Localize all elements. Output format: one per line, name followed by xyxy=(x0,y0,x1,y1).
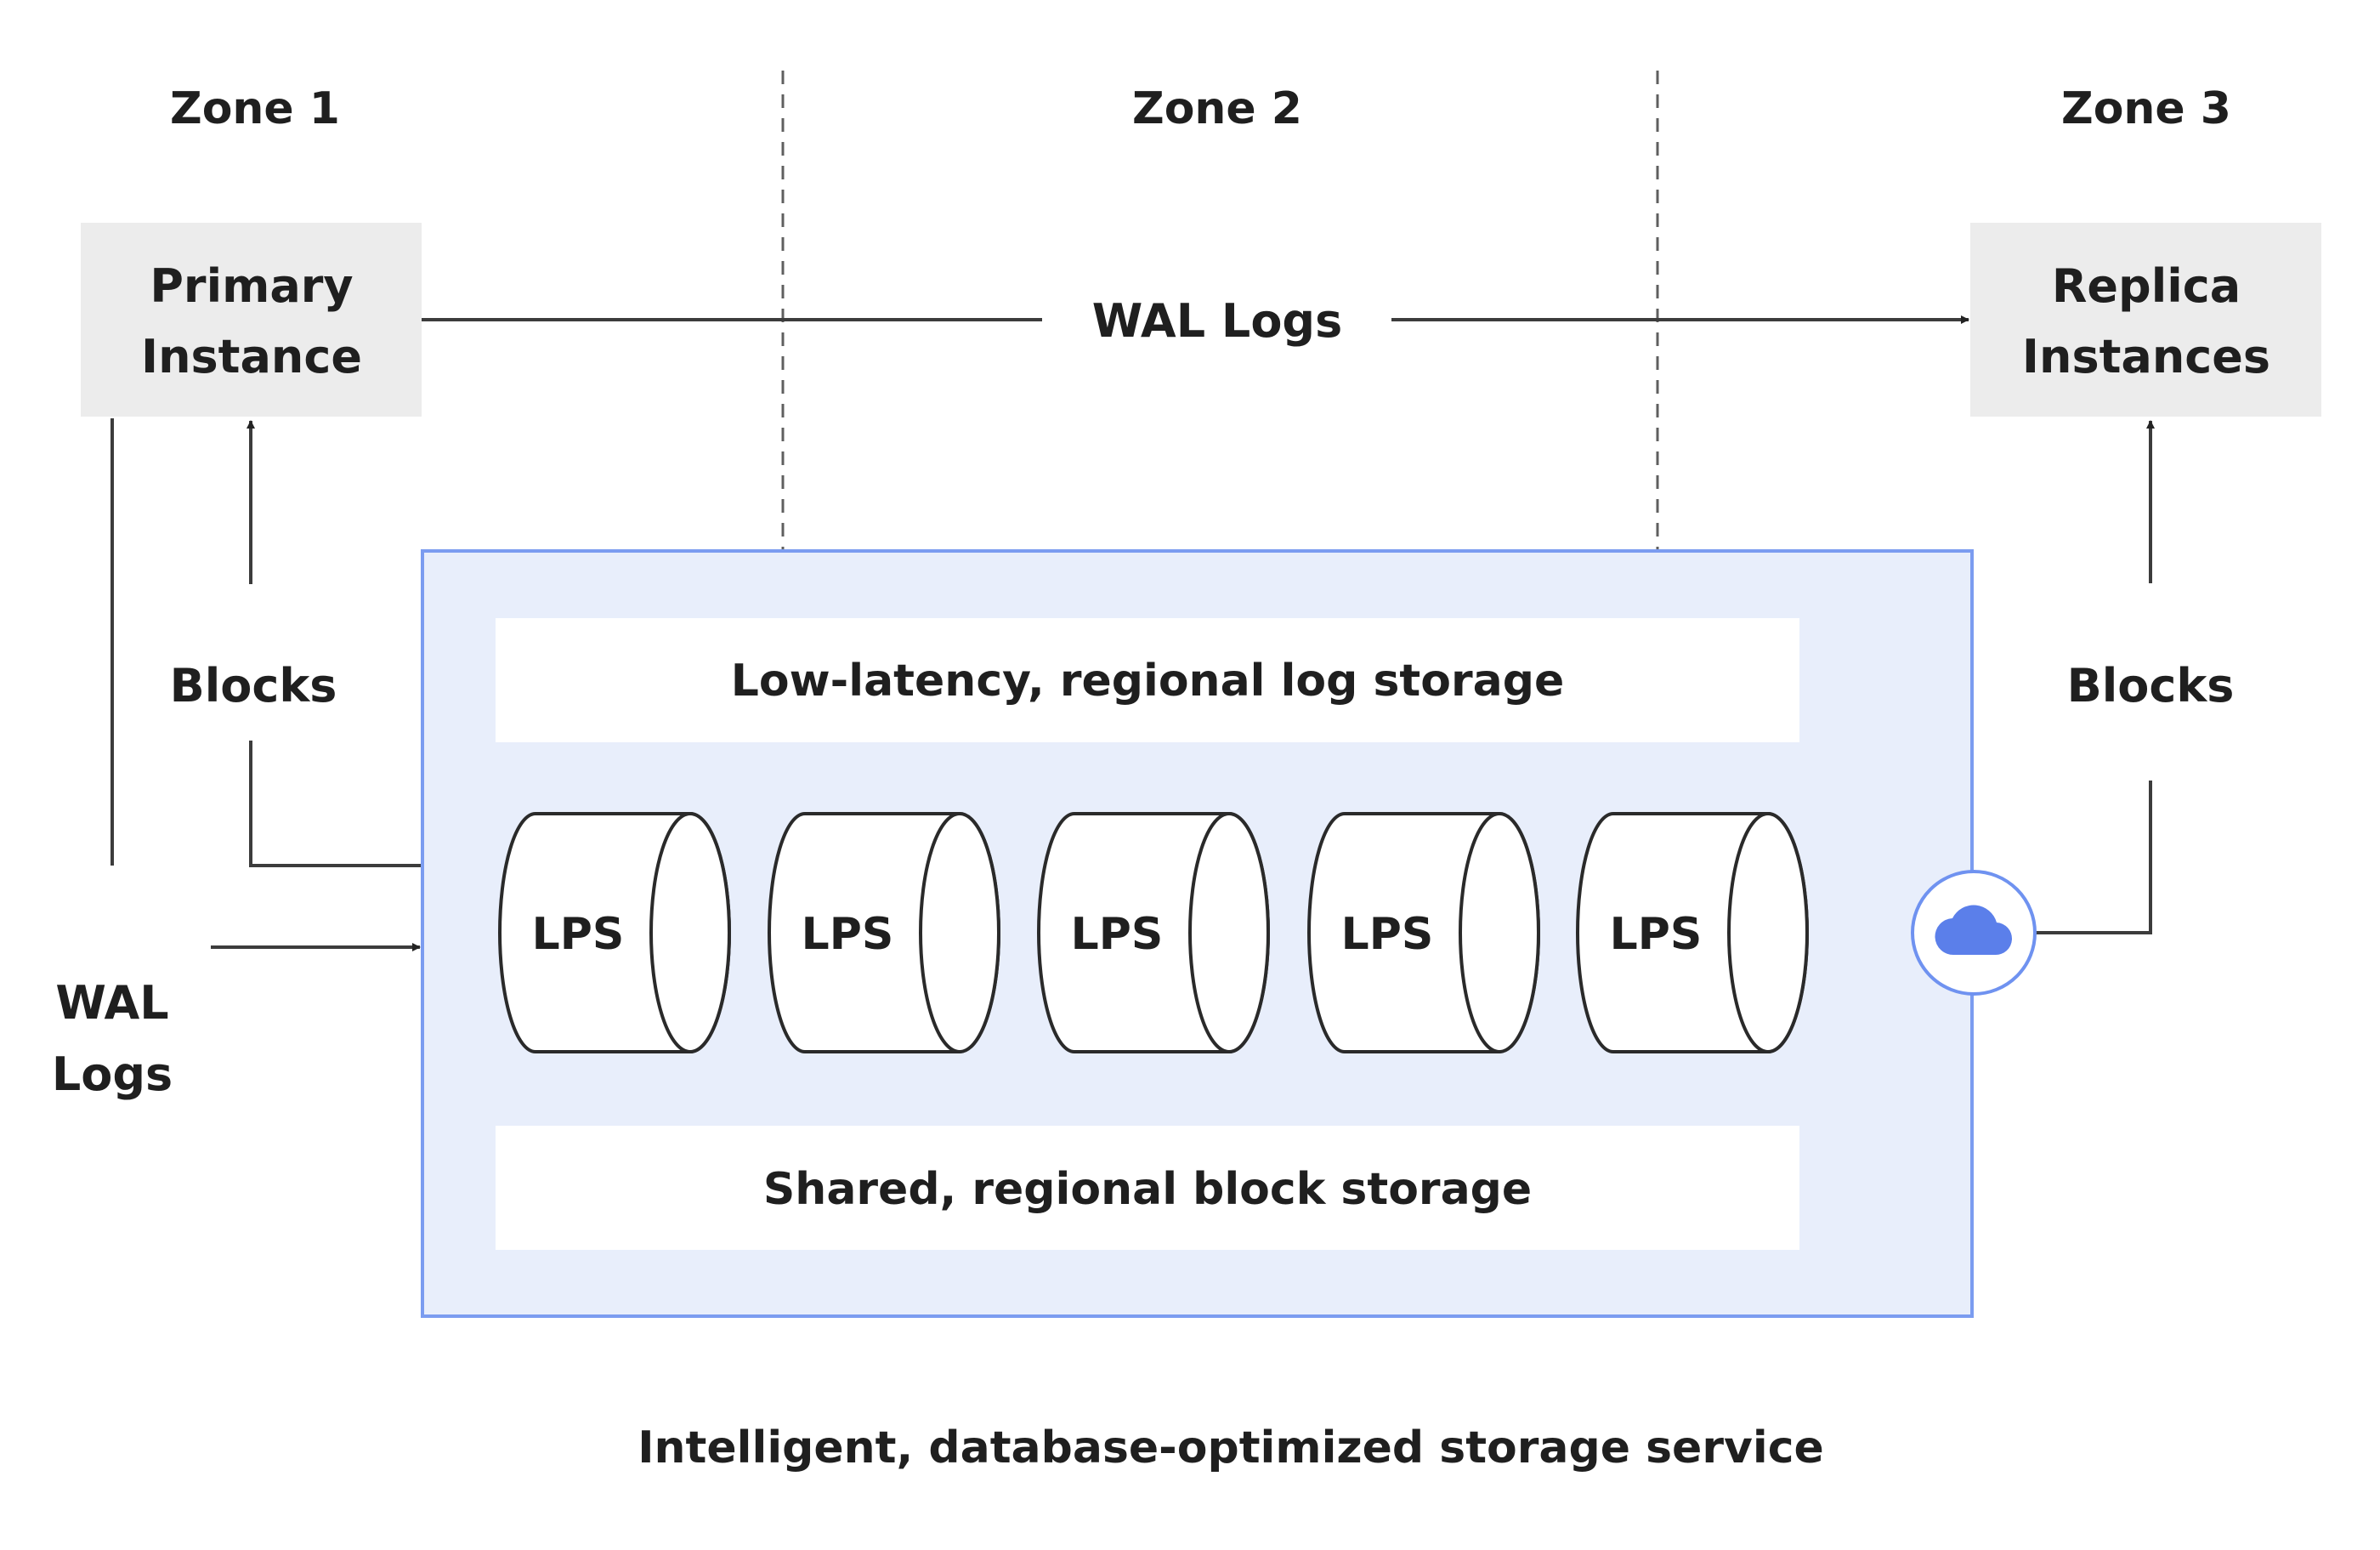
blocks-left-label: Blocks xyxy=(170,659,337,713)
block-storage-label: Shared, regional block storage xyxy=(763,1164,1532,1215)
replica-instances-label-line2: Instances xyxy=(2022,330,2270,383)
wal-logs-left-label-line2: Logs xyxy=(52,1048,173,1101)
lps-node[interactable]: LPS xyxy=(1576,812,1809,1053)
cloud-icon xyxy=(1911,870,2037,996)
lps-label: LPS xyxy=(1341,909,1434,960)
lps-label: LPS xyxy=(802,909,894,960)
storage-service-caption: Intelligent, database-optimized storage … xyxy=(638,1422,1824,1473)
lps-node[interactable]: LPS xyxy=(1307,812,1540,1053)
primary-instance-label-line2: Instance xyxy=(141,330,362,383)
zone-2-label: Zone 2 xyxy=(1132,83,1302,134)
lps-cylinder-end xyxy=(919,812,1000,1053)
primary-instance-label-line1: Primary xyxy=(150,259,353,313)
wal-logs-top-label: WAL Logs xyxy=(1092,294,1342,348)
zone-1-label: Zone 1 xyxy=(170,83,340,134)
replica-instances-box xyxy=(1970,223,2321,417)
replica-instances-label-line1: Replica xyxy=(2052,259,2241,313)
lps-label: LPS xyxy=(1071,909,1164,960)
replica-instances-node[interactable]: Replica Instances xyxy=(1970,223,2321,417)
blocks-right-label: Blocks xyxy=(2067,659,2235,713)
lps-label: LPS xyxy=(532,909,625,960)
lps-node[interactable]: LPS xyxy=(1037,812,1270,1053)
blocks-left-elbow xyxy=(249,741,422,867)
lps-cylinder-end xyxy=(1459,812,1540,1053)
architecture-diagram: Zone 1 Zone 2 Zone 3 Primary Instance Re… xyxy=(52,71,2321,1473)
lps-cylinder-end xyxy=(1727,812,1809,1053)
lps-cylinders: LPS LPS LPS LPS LPS xyxy=(498,812,1809,1053)
lps-node[interactable]: LPS xyxy=(498,812,731,1053)
lps-cylinder-end xyxy=(649,812,731,1053)
lps-label: LPS xyxy=(1610,909,1703,960)
zone-3-label: Zone 3 xyxy=(2061,83,2231,134)
primary-instance-box xyxy=(81,223,422,417)
wal-logs-left-label-line1: WAL xyxy=(55,976,168,1030)
lps-cylinder-end xyxy=(1188,812,1270,1053)
log-storage-label: Low-latency, regional log storage xyxy=(731,656,1564,707)
primary-instance-node[interactable]: Primary Instance xyxy=(81,223,422,417)
lps-node[interactable]: LPS xyxy=(768,812,1000,1053)
blocks-right-elbow xyxy=(2035,781,2152,934)
